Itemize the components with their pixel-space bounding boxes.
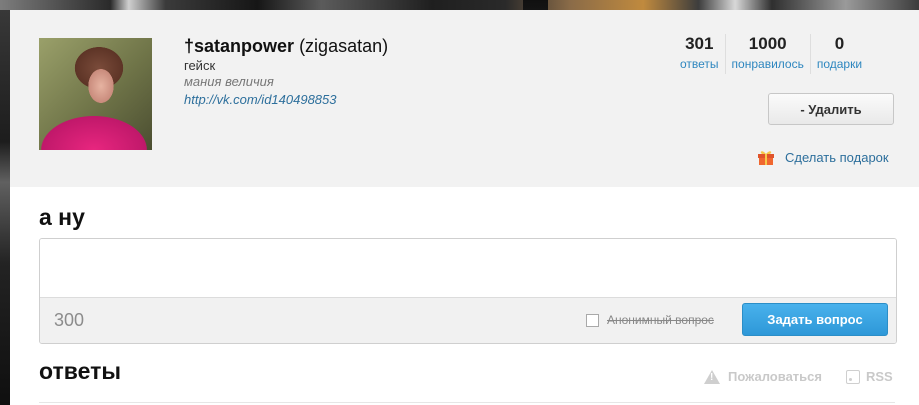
stat-likes[interactable]: 1000 понравилось (726, 34, 811, 74)
answers-section-title: ответы (39, 358, 121, 384)
stat-answers[interactable]: 301 ответы (674, 34, 726, 74)
profile-header: †satanpower (zigasatan) гейск мания вели… (10, 10, 919, 187)
question-input[interactable] (40, 239, 896, 297)
divider (39, 402, 895, 403)
checkbox-icon[interactable] (586, 313, 599, 327)
stat-answers-label[interactable]: ответы (680, 57, 719, 71)
anonymous-label: Анонимный вопрос (607, 313, 714, 327)
anonymous-checkbox[interactable]: Анонимный вопрос (586, 313, 714, 327)
profile-stats: 301 ответы 1000 понравилось 0 подарки (674, 34, 868, 74)
stat-gifts-label[interactable]: подарки (817, 57, 862, 71)
nickname: (zigasatan) (299, 36, 389, 56)
stat-gifts-value: 0 (834, 34, 845, 53)
profile-status: гейск (184, 58, 216, 73)
report-label: Пожаловаться (728, 369, 822, 384)
ask-question-button[interactable]: Задать вопрос (742, 303, 888, 336)
avatar[interactable] (39, 38, 152, 150)
stat-likes-label[interactable]: понравилось (732, 57, 804, 71)
username: †satanpower (184, 36, 295, 56)
make-gift-label: Сделать подарок (785, 149, 889, 165)
profile-link[interactable]: http://vk.com/id140498853 (184, 92, 337, 107)
stat-likes-value: 1000 (748, 34, 787, 53)
warning-icon (704, 369, 720, 384)
char-counter: 300 (54, 310, 85, 330)
profile-name: †satanpower (zigasatan) (184, 36, 388, 57)
rss-link[interactable]: RSS (846, 369, 893, 384)
profile-card: †satanpower (zigasatan) гейск мания вели… (10, 10, 919, 405)
report-link[interactable]: Пожаловаться (704, 369, 822, 384)
stat-answers-value: 301 (685, 34, 714, 53)
ask-form: 300 Анонимный вопрос Задать вопрос (39, 238, 897, 344)
delete-button[interactable]: - Удалить (768, 93, 894, 125)
rss-label: RSS (866, 369, 893, 384)
stat-gifts[interactable]: 0 подарки (811, 34, 868, 74)
rss-icon (846, 369, 860, 384)
gift-icon (758, 151, 774, 165)
make-gift-link[interactable]: Сделать подарок (757, 148, 889, 166)
background-collage-left (0, 0, 10, 405)
profile-bio: мания величия (184, 74, 274, 89)
ask-form-footer: 300 Анонимный вопрос Задать вопрос (40, 297, 896, 343)
ask-section-title: а ну (39, 204, 85, 230)
background-collage-top (0, 0, 919, 10)
